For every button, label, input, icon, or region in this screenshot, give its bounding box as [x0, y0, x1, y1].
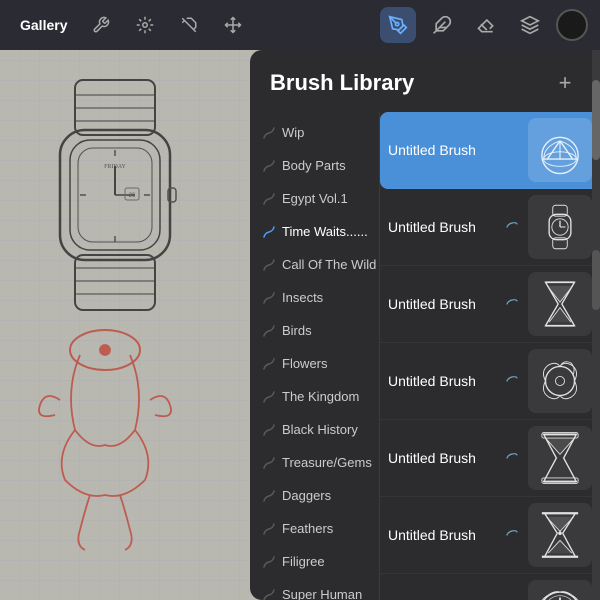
category-label: Body Parts	[282, 158, 346, 173]
smudge-button[interactable]	[171, 7, 207, 43]
brush-icon	[262, 456, 276, 470]
category-item-birds[interactable]: Birds	[250, 314, 379, 347]
brush-list: Untitled Brush Untitled Brush Untitled B…	[380, 112, 600, 600]
category-item-insects[interactable]: Insects	[250, 281, 379, 314]
brush-name: Untitled Brush	[388, 527, 500, 543]
wrench-button[interactable]	[83, 7, 119, 43]
category-label: The Kingdom	[282, 389, 359, 404]
category-item-treasure-gems[interactable]: Treasure/Gems	[250, 446, 379, 479]
brush-item[interactable]: Untitled Brush	[380, 343, 600, 420]
brush-thumbnail	[528, 349, 592, 413]
category-item-black-history[interactable]: Black History	[250, 413, 379, 446]
gallery-button[interactable]: Gallery	[12, 17, 75, 33]
category-item-daggers[interactable]: Daggers	[250, 479, 379, 512]
brush-icon	[262, 192, 276, 206]
brush-icon	[262, 588, 276, 600]
brush-item[interactable]: Untitled Brush	[380, 497, 600, 574]
brush-thumbnail	[528, 272, 592, 336]
brush-item[interactable]: Untitled Brush	[380, 574, 600, 600]
category-list: Wip Body Parts Egypt Vol.1 Time Waits...…	[250, 112, 380, 600]
brush-name: Untitled Brush	[388, 219, 500, 235]
brush-thumbnail	[528, 580, 592, 600]
category-label: Birds	[282, 323, 312, 338]
category-item-super-human[interactable]: Super Human	[250, 578, 379, 600]
brush-thumbnail	[528, 503, 592, 567]
brush-item[interactable]: Untitled Brush	[380, 189, 600, 266]
color-picker[interactable]	[556, 9, 588, 41]
brush-thumbnail	[528, 118, 592, 182]
category-label: Flowers	[282, 356, 328, 371]
panel-header: Brush Library +	[250, 50, 600, 112]
panel-title: Brush Library	[270, 70, 414, 96]
brush-checkmark-icon	[504, 142, 520, 158]
category-label: Feathers	[282, 521, 333, 536]
category-label: Call Of The Wild	[282, 257, 376, 272]
category-label: Wip	[282, 125, 304, 140]
brush-info: Untitled Brush	[388, 527, 500, 543]
brush-info: Untitled Brush	[388, 219, 500, 235]
category-item-flowers[interactable]: Flowers	[250, 347, 379, 380]
eraser-tool-button[interactable]	[468, 7, 504, 43]
brush-checkmark-icon	[504, 219, 520, 235]
brush-item[interactable]: Untitled Brush	[380, 420, 600, 497]
brush-name: Untitled Brush	[388, 296, 500, 312]
category-label: Egypt Vol.1	[282, 191, 348, 206]
brush-name: Untitled Brush	[388, 373, 500, 389]
category-label: Daggers	[282, 488, 331, 503]
brush-icon	[262, 489, 276, 503]
category-label: Black History	[282, 422, 358, 437]
category-item-wip[interactable]: Wip	[250, 116, 379, 149]
toolbar: Gallery	[0, 0, 600, 50]
move-button[interactable]	[215, 7, 251, 43]
brush-icon	[262, 225, 276, 239]
brush-icon	[262, 258, 276, 272]
brush-info: Untitled Brush	[388, 142, 500, 158]
brush-thumbnail	[528, 195, 592, 259]
brush-icon	[262, 291, 276, 305]
category-item-body-parts[interactable]: Body Parts	[250, 149, 379, 182]
brush-info: Untitled Brush	[388, 373, 500, 389]
brush-info: Untitled Brush	[388, 450, 500, 466]
brush-panel: Brush Library + Wip Body Parts Egypt Vol…	[250, 50, 600, 600]
brush-item[interactable]: Untitled Brush	[380, 266, 600, 343]
category-label: Super Human	[282, 587, 362, 600]
category-label: Insects	[282, 290, 323, 305]
category-item-feathers[interactable]: Feathers	[250, 512, 379, 545]
brush-thumbnail	[528, 426, 592, 490]
brush-icon	[262, 522, 276, 536]
panel-content: Wip Body Parts Egypt Vol.1 Time Waits...…	[250, 112, 600, 600]
brush-icon	[262, 423, 276, 437]
category-label: Time Waits......	[282, 224, 368, 239]
category-item-filigree[interactable]: Filigree	[250, 545, 379, 578]
brush-icon	[262, 555, 276, 569]
brush-icon	[262, 357, 276, 371]
smudge-tool-button[interactable]	[424, 7, 460, 43]
brush-name: Untitled Brush	[388, 142, 500, 158]
category-item-call-of-wild[interactable]: Call Of The Wild	[250, 248, 379, 281]
modify-button[interactable]	[127, 7, 163, 43]
add-brush-button[interactable]: +	[550, 68, 580, 98]
pencil-tool-button[interactable]	[380, 7, 416, 43]
brush-checkmark-icon	[504, 296, 520, 312]
brush-item[interactable]: Untitled Brush	[380, 112, 600, 189]
layers-button[interactable]	[512, 7, 548, 43]
category-item-time-waits[interactable]: Time Waits......	[250, 215, 379, 248]
brush-checkmark-icon	[504, 450, 520, 466]
brush-checkmark-icon	[504, 527, 520, 543]
category-label: Treasure/Gems	[282, 455, 372, 470]
category-label: Filigree	[282, 554, 325, 569]
brush-icon	[262, 324, 276, 338]
panel-scrollbar[interactable]	[592, 50, 600, 600]
brush-icon	[262, 126, 276, 140]
brush-name: Untitled Brush	[388, 450, 500, 466]
category-item-the-kingdom[interactable]: The Kingdom	[250, 380, 379, 413]
brush-checkmark-icon	[504, 373, 520, 389]
brush-info: Untitled Brush	[388, 296, 500, 312]
brush-icon	[262, 159, 276, 173]
brush-icon	[262, 390, 276, 404]
category-item-egypt-vol1[interactable]: Egypt Vol.1	[250, 182, 379, 215]
